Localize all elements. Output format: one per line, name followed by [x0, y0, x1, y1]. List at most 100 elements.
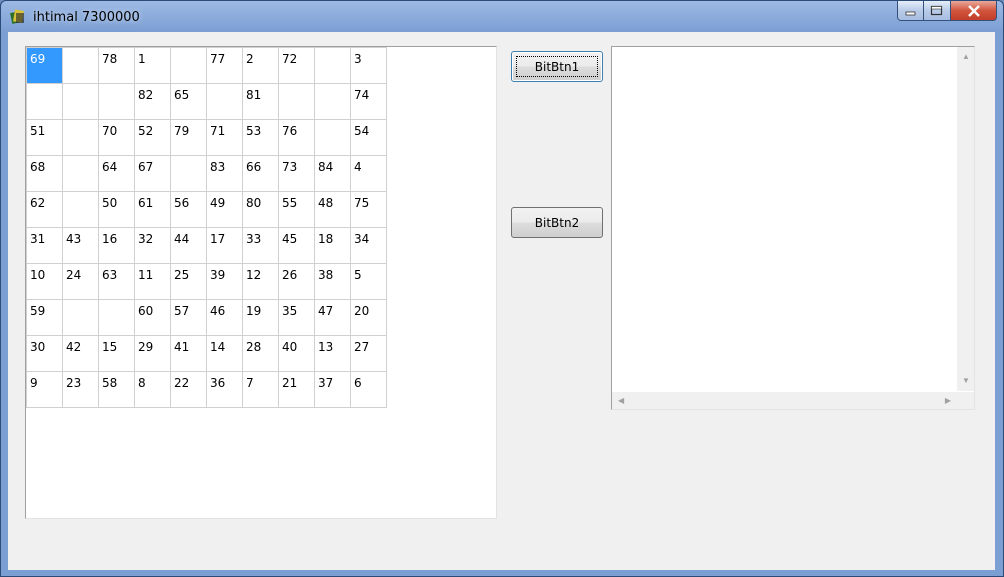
grid-cell[interactable] — [26, 83, 63, 120]
grid-cell[interactable]: 14 — [206, 335, 243, 372]
grid-cell[interactable]: 11 — [134, 263, 171, 300]
string-grid[interactable]: 69 78 1 77 2 72 3 82 65 81 74 51 70 52 79 71 53 76 54 68 64 6… — [25, 46, 497, 519]
grid-cell[interactable]: 31 — [26, 227, 63, 264]
grid-cell[interactable]: 28 — [242, 335, 279, 372]
grid-cell[interactable]: 71 — [206, 119, 243, 156]
grid-cell[interactable]: 70 — [98, 119, 135, 156]
grid-cell[interactable]: 9 — [26, 371, 63, 408]
grid-cell[interactable]: 37 — [314, 371, 351, 408]
grid-cell[interactable]: 44 — [170, 227, 207, 264]
horizontal-scrollbar[interactable]: ◀ ▶ — [612, 392, 957, 409]
grid-cell[interactable] — [62, 155, 99, 192]
grid-cell[interactable]: 66 — [242, 155, 279, 192]
grid-cell[interactable]: 63 — [98, 263, 135, 300]
grid-cell[interactable]: 53 — [242, 119, 279, 156]
grid-cell[interactable]: 32 — [134, 227, 171, 264]
grid-cell[interactable] — [170, 47, 207, 84]
grid-cell[interactable]: 1 — [134, 47, 171, 84]
grid-cell[interactable]: 51 — [26, 119, 63, 156]
grid-cell[interactable]: 7 — [242, 371, 279, 408]
grid-cell[interactable] — [62, 191, 99, 228]
grid-cell[interactable]: 49 — [206, 191, 243, 228]
grid-cell[interactable]: 33 — [242, 227, 279, 264]
grid-cell[interactable]: 12 — [242, 263, 279, 300]
grid-cell[interactable] — [314, 83, 351, 120]
grid-cell[interactable]: 75 — [350, 191, 387, 228]
grid-cell[interactable]: 57 — [170, 299, 207, 336]
grid-cell[interactable]: 56 — [170, 191, 207, 228]
grid-cell[interactable]: 45 — [278, 227, 315, 264]
grid-cell[interactable]: 48 — [314, 191, 351, 228]
grid-cell[interactable]: 15 — [98, 335, 135, 372]
title-bar[interactable]: ihtimal 7300000 — [1, 1, 1003, 32]
grid-cell[interactable] — [62, 119, 99, 156]
grid-cell[interactable]: 21 — [278, 371, 315, 408]
grid-cell[interactable]: 34 — [350, 227, 387, 264]
grid-cell[interactable]: 59 — [26, 299, 63, 336]
grid-cell[interactable]: 39 — [206, 263, 243, 300]
grid-cell[interactable]: 23 — [62, 371, 99, 408]
bitbtn1-button[interactable]: BitBtn1 — [511, 51, 603, 82]
grid-cell[interactable] — [206, 83, 243, 120]
grid-cell[interactable]: 55 — [278, 191, 315, 228]
grid-cell[interactable]: 52 — [134, 119, 171, 156]
grid-cell[interactable]: 54 — [350, 119, 387, 156]
grid-cell[interactable]: 6 — [350, 371, 387, 408]
grid-cell[interactable]: 29 — [134, 335, 171, 372]
grid-cell[interactable]: 58 — [98, 371, 135, 408]
scroll-left-arrow-icon[interactable]: ◀ — [618, 397, 624, 405]
grid-cell[interactable]: 46 — [206, 299, 243, 336]
grid-cell[interactable]: 77 — [206, 47, 243, 84]
grid-cell[interactable]: 64 — [98, 155, 135, 192]
grid-cell[interactable]: 78 — [98, 47, 135, 84]
grid-cell[interactable]: 60 — [134, 299, 171, 336]
grid-cell[interactable]: 69 — [26, 47, 63, 84]
grid-cell[interactable] — [314, 119, 351, 156]
vertical-scrollbar[interactable]: ▲ ▼ — [957, 47, 974, 391]
grid-cell[interactable]: 65 — [170, 83, 207, 120]
grid-cell[interactable] — [98, 299, 135, 336]
grid-cell[interactable]: 2 — [242, 47, 279, 84]
grid-cell[interactable] — [62, 299, 99, 336]
grid-cell[interactable]: 42 — [62, 335, 99, 372]
grid-cell[interactable]: 47 — [314, 299, 351, 336]
grid-cell[interactable]: 17 — [206, 227, 243, 264]
grid-cell[interactable]: 16 — [98, 227, 135, 264]
grid-cell[interactable]: 36 — [206, 371, 243, 408]
grid-cell[interactable]: 24 — [62, 263, 99, 300]
grid-cell[interactable]: 40 — [278, 335, 315, 372]
grid-cell[interactable]: 76 — [278, 119, 315, 156]
grid-cell[interactable]: 3 — [350, 47, 387, 84]
grid-cell[interactable]: 30 — [26, 335, 63, 372]
grid-cell[interactable]: 50 — [98, 191, 135, 228]
bitbtn2-button[interactable]: BitBtn2 — [511, 207, 603, 238]
grid-cell[interactable]: 68 — [26, 155, 63, 192]
grid-cell[interactable] — [98, 83, 135, 120]
grid-cell[interactable]: 62 — [26, 191, 63, 228]
grid-cell[interactable]: 22 — [170, 371, 207, 408]
grid-cell[interactable]: 72 — [278, 47, 315, 84]
grid-cell[interactable]: 18 — [314, 227, 351, 264]
grid-cell[interactable] — [278, 83, 315, 120]
grid-cell[interactable]: 81 — [242, 83, 279, 120]
grid-cell[interactable] — [170, 155, 207, 192]
grid-cell[interactable]: 5 — [350, 263, 387, 300]
grid-cell[interactable]: 13 — [314, 335, 351, 372]
scroll-up-arrow-icon[interactable]: ▲ — [962, 53, 970, 61]
grid-cell[interactable]: 4 — [350, 155, 387, 192]
grid-cell[interactable]: 10 — [26, 263, 63, 300]
grid-cell[interactable]: 79 — [170, 119, 207, 156]
close-button[interactable] — [951, 1, 997, 21]
grid-cell[interactable]: 43 — [62, 227, 99, 264]
memo-textarea[interactable]: ▲ ▼ ◀ ▶ — [611, 46, 975, 410]
grid-cell[interactable]: 80 — [242, 191, 279, 228]
grid-cell[interactable]: 84 — [314, 155, 351, 192]
grid-cell[interactable]: 61 — [134, 191, 171, 228]
grid-cell[interactable]: 38 — [314, 263, 351, 300]
grid-cell[interactable] — [62, 83, 99, 120]
maximize-button[interactable] — [924, 1, 951, 21]
scroll-down-arrow-icon[interactable]: ▼ — [962, 377, 970, 385]
grid-cell[interactable] — [62, 47, 99, 84]
scroll-right-arrow-icon[interactable]: ▶ — [945, 397, 951, 405]
grid-cell[interactable]: 82 — [134, 83, 171, 120]
